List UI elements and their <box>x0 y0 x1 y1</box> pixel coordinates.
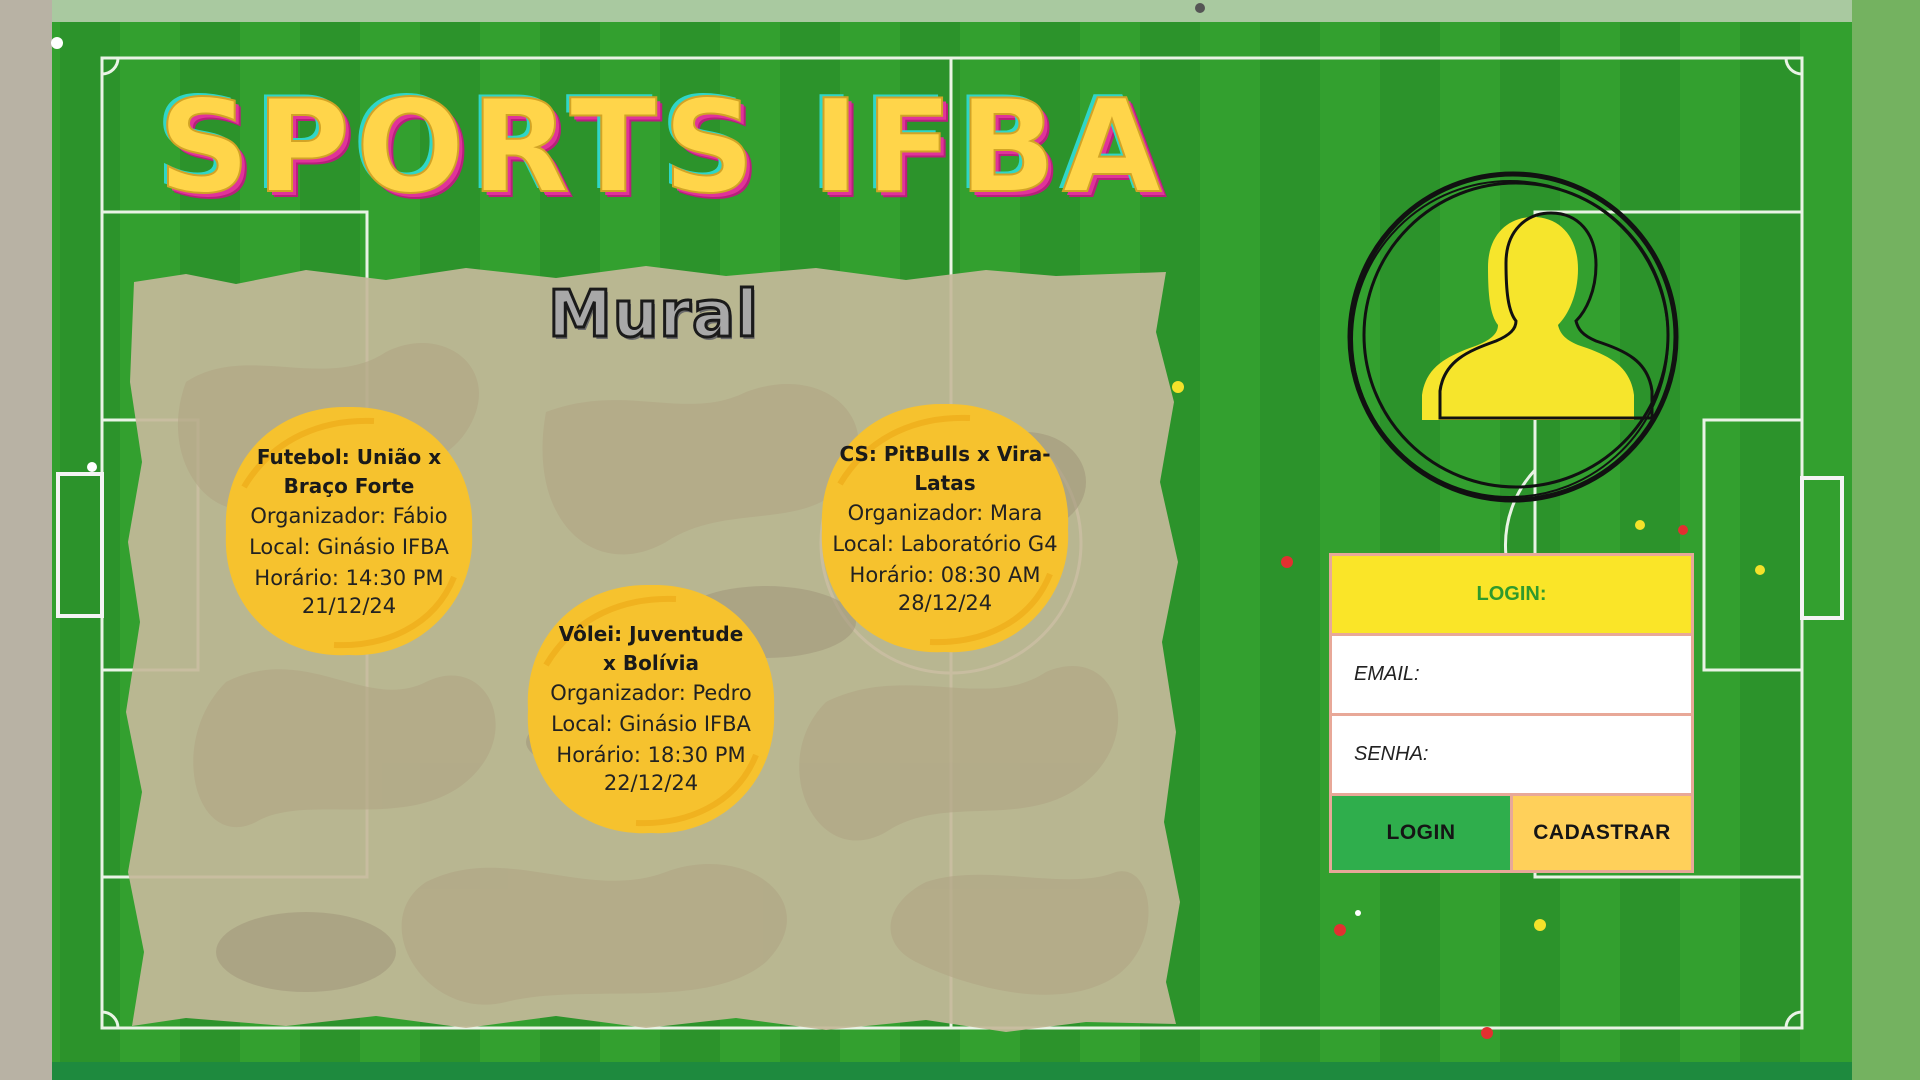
event-time: Horário: 08:30 AM <box>849 563 1041 587</box>
email-label: EMAIL: <box>1354 663 1420 685</box>
event-organizer: Organizador: Fábio <box>250 504 448 528</box>
event-date: 28/12/24 <box>897 591 993 615</box>
register-button[interactable]: CADASTRAR <box>1513 796 1691 870</box>
login-panel: LOGIN: EMAIL: SENHA: LOGIN CADASTRAR <box>1329 553 1694 873</box>
email-field[interactable]: EMAIL: <box>1332 636 1691 713</box>
event-title: Vôlei: Juventude x Bolívia <box>558 622 744 675</box>
event-card[interactable]: Futebol: União x Braço Forte Organizador… <box>214 397 484 667</box>
mural-title: Mural <box>547 278 760 352</box>
user-avatar-icon[interactable] <box>1338 165 1688 510</box>
event-date: 21/12/24 <box>301 594 397 618</box>
event-time: Horário: 14:30 PM <box>254 566 444 590</box>
event-title: CS: PitBulls x Vira-Latas <box>839 442 1051 495</box>
event-card[interactable]: CS: PitBulls x Vira-Latas Organizador: M… <box>810 394 1080 664</box>
event-date: 22/12/24 <box>603 771 699 795</box>
event-organizer: Organizador: Mara <box>847 501 1043 525</box>
event-location: Local: Ginásio IFBA <box>249 535 449 559</box>
event-time: Horário: 18:30 PM <box>556 743 746 767</box>
event-location: Local: Ginásio IFBA <box>551 712 751 736</box>
app-title: SPORTS IFBA <box>157 73 1168 222</box>
event-title: Futebol: União x Braço Forte <box>256 445 442 498</box>
event-card[interactable]: Vôlei: Juventude x Bolívia Organizador: … <box>516 575 786 845</box>
event-location: Local: Laboratório G4 <box>832 532 1058 556</box>
password-label: SENHA: <box>1354 743 1429 765</box>
event-organizer: Organizador: Pedro <box>550 681 752 705</box>
login-header: LOGIN: <box>1332 556 1691 633</box>
email-input[interactable] <box>1427 636 1691 713</box>
login-button[interactable]: LOGIN <box>1332 796 1510 870</box>
login-actions: LOGIN CADASTRAR <box>1332 796 1691 870</box>
password-input[interactable] <box>1436 716 1691 793</box>
password-field[interactable]: SENHA: <box>1332 716 1691 793</box>
